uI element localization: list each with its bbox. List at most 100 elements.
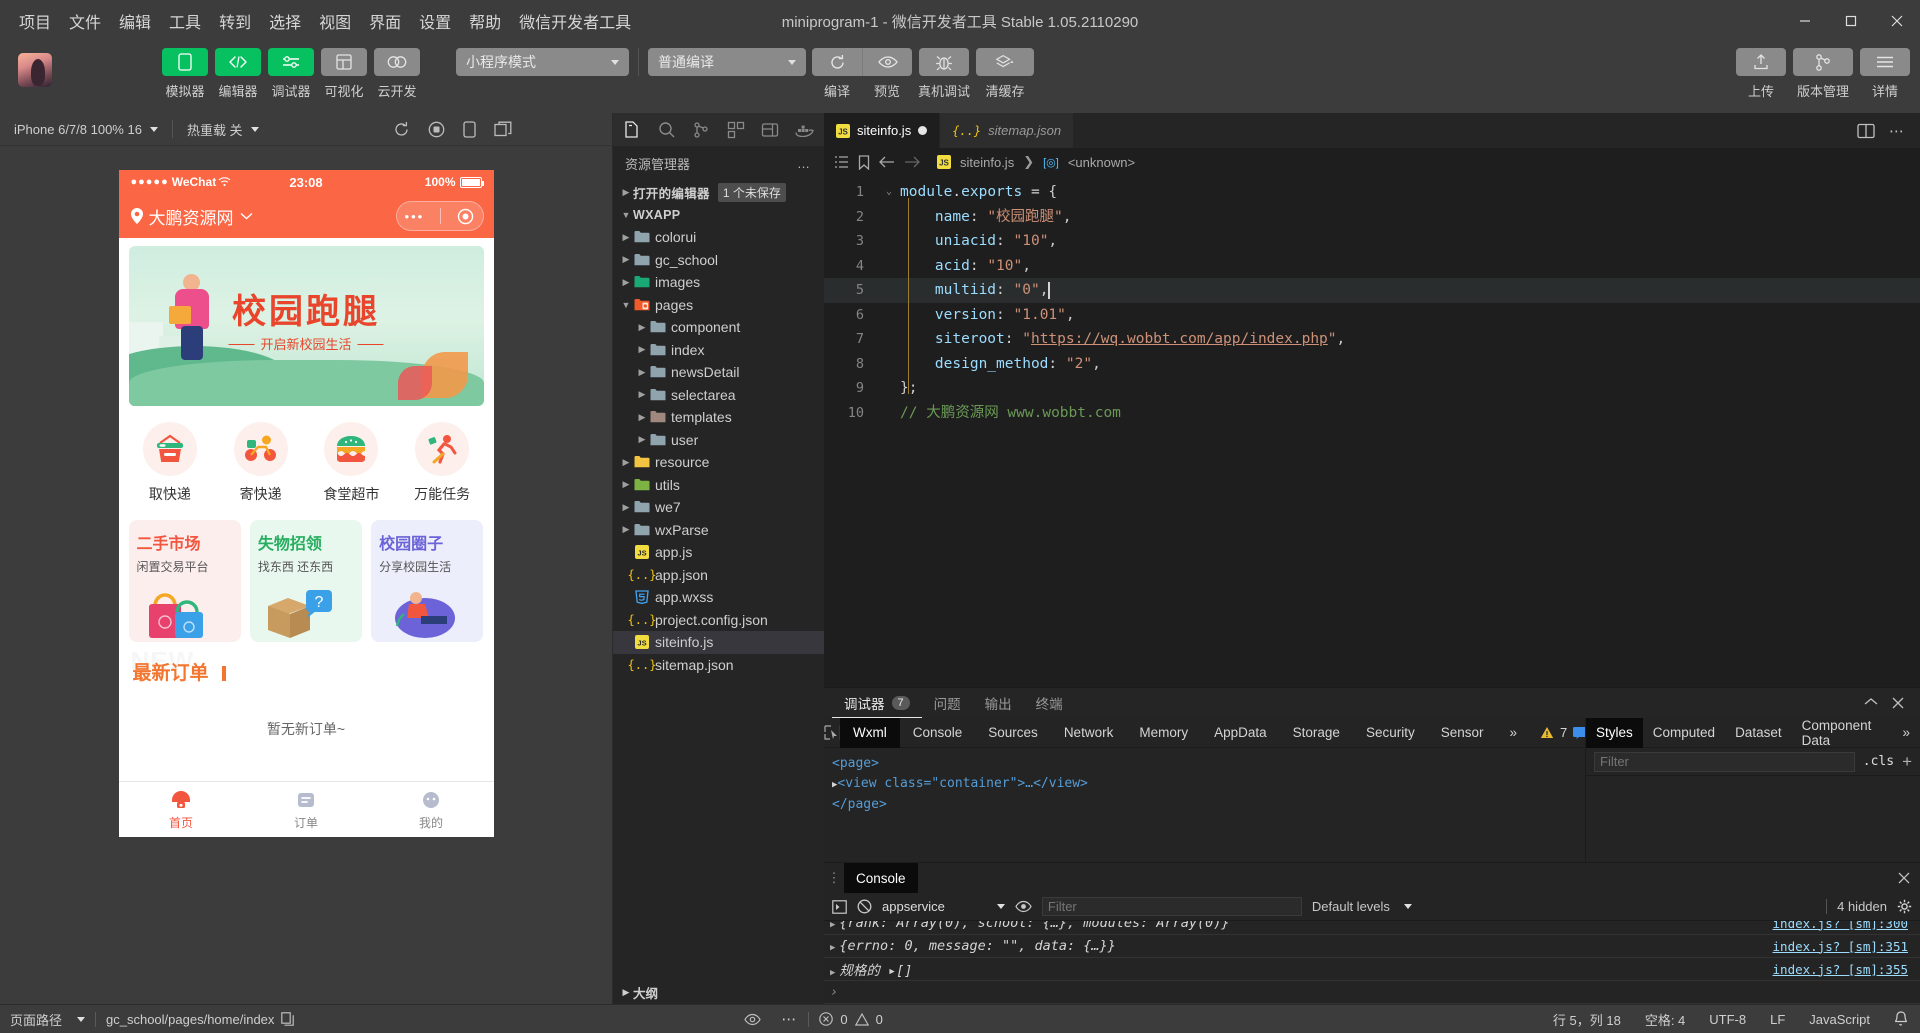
- code-line-5[interactable]: 5 multiid: "0",: [824, 278, 1920, 303]
- toolbar-visual-button[interactable]: 可视化: [321, 48, 367, 100]
- tree-item-colorui[interactable]: ▶colorui: [613, 226, 824, 249]
- tree-item-newsdetail[interactable]: ▶newsDetail: [613, 361, 824, 384]
- phone-preview[interactable]: ●●●●● WeChat 23:08 100%: [119, 170, 494, 837]
- menu-item-settings[interactable]: 设置: [410, 5, 460, 37]
- breadcrumb-file[interactable]: siteinfo.js: [960, 155, 1014, 170]
- tree-item-app-js[interactable]: JSapp.js: [613, 541, 824, 564]
- tree-item-user[interactable]: ▶user: [613, 429, 824, 452]
- devtools-tab-network[interactable]: Network: [1051, 718, 1127, 748]
- styles-tab-computed[interactable]: Computed: [1643, 718, 1725, 748]
- console-row[interactable]: ›: [824, 981, 1920, 1004]
- console-row[interactable]: ▶{errno: 0, message: "", data: {…}}index…: [824, 935, 1920, 958]
- back-icon[interactable]: [879, 156, 895, 168]
- console-row-source[interactable]: index.js? [sm]:351: [1773, 939, 1914, 954]
- cls-button[interactable]: .cls: [1863, 754, 1894, 769]
- devtools-tab-storage[interactable]: Storage: [1280, 718, 1353, 748]
- tree-item-app-json[interactable]: {..}app.json: [613, 564, 824, 587]
- tree-item-siteinfo-js[interactable]: JSsiteinfo.js: [613, 631, 824, 654]
- tree-item-resource[interactable]: ▶resource: [613, 451, 824, 474]
- location-selector[interactable]: 大鹏资源网: [131, 204, 253, 229]
- tree-item-component[interactable]: ▶component: [613, 316, 824, 339]
- menu-item-file[interactable]: 文件: [60, 5, 110, 37]
- files-icon[interactable]: [615, 113, 650, 146]
- panel-tab-output[interactable]: 输出: [973, 688, 1024, 718]
- rotate-icon[interactable]: [463, 121, 476, 138]
- status-problems[interactable]: 0 0: [809, 1005, 892, 1033]
- tree-project-root[interactable]: ▼ WXAPP: [613, 204, 824, 227]
- maximize-button[interactable]: [1828, 0, 1874, 42]
- search-icon[interactable]: [650, 113, 685, 146]
- styles-tab-component-data[interactable]: Component Data: [1792, 718, 1893, 748]
- console-row[interactable]: ▶{rank: Array(0), school: {…}, modules: …: [824, 921, 1920, 935]
- status-indent[interactable]: 空格: 4: [1633, 1005, 1697, 1033]
- code-editor[interactable]: 1⌄module.exports = {2 name: "校园跑腿",3 uni…: [824, 176, 1920, 687]
- console-row-source[interactable]: index.js? [sm]:355: [1773, 962, 1914, 977]
- more-actions-icon[interactable]: ⋯: [1889, 122, 1906, 140]
- hot-reload-select[interactable]: 热重载 关: [181, 117, 265, 142]
- devtools-tab-wxml[interactable]: Wxml: [840, 718, 900, 748]
- panel-tab-terminal[interactable]: 终端: [1024, 688, 1075, 718]
- panel-tab-problems[interactable]: 问题: [922, 688, 973, 718]
- real-device-debug-button[interactable]: 真机调试: [919, 48, 969, 100]
- status-bell-button[interactable]: [1882, 1005, 1920, 1033]
- status-page-path-select[interactable]: 页面路径: [0, 1005, 95, 1033]
- editor-tab-siteinfo[interactable]: JS siteinfo.js: [824, 113, 940, 148]
- code-line-8[interactable]: 8 design_method: "2",: [824, 352, 1920, 377]
- docker-icon[interactable]: [788, 113, 823, 146]
- console-context-select[interactable]: appservice: [882, 899, 1005, 914]
- close-icon[interactable]: [1892, 697, 1904, 709]
- close-button[interactable]: [1874, 0, 1920, 42]
- extensions-icon[interactable]: [719, 113, 754, 146]
- panel-tab-debugger[interactable]: 调试器 7: [832, 688, 922, 718]
- console-log[interactable]: ▶{rank: Array(0), school: {…}, modules: …: [824, 921, 1920, 1004]
- status-eol[interactable]: LF: [1758, 1005, 1797, 1033]
- mode-select[interactable]: 小程序模式: [456, 48, 629, 76]
- menu-item-edit[interactable]: 编辑: [110, 5, 160, 37]
- console-row[interactable]: ▶规格的 ▸[]index.js? [sm]:355: [824, 958, 1920, 981]
- toolbar-debugger-button[interactable]: 调试器: [268, 48, 314, 100]
- tree-item-we7[interactable]: ▶we7: [613, 496, 824, 519]
- console-run-icon[interactable]: [832, 900, 847, 914]
- console-eye-icon[interactable]: [1015, 900, 1032, 913]
- devtools-tab-overflow-icon[interactable]: »: [1497, 718, 1531, 748]
- toolbar-simulator-button[interactable]: 模拟器: [162, 48, 208, 100]
- devtools-tab-security[interactable]: Security: [1353, 718, 1428, 748]
- feature-card-lostfound[interactable]: 失物招领 找东西 还东西 ?: [250, 520, 362, 642]
- status-page-path[interactable]: gc_school/pages/home/index: [96, 1005, 304, 1033]
- split-editor-icon[interactable]: [1857, 123, 1875, 139]
- gear-icon[interactable]: [1897, 899, 1912, 914]
- devtools-tab-appdata[interactable]: AppData: [1201, 718, 1280, 748]
- chevron-up-icon[interactable]: [1864, 697, 1878, 709]
- tree-item-utils[interactable]: ▶utils: [613, 474, 824, 497]
- tree-item-wxparse[interactable]: ▶wxParse: [613, 519, 824, 542]
- copy-icon[interactable]: [281, 1012, 294, 1026]
- explorer-more-icon[interactable]: …: [797, 156, 812, 171]
- tabbar-item-home[interactable]: 首页: [119, 789, 244, 831]
- menu-item-tools[interactable]: 工具: [160, 5, 210, 37]
- code-line-6[interactable]: 6 version: "1.01",: [824, 303, 1920, 328]
- menu-item-interface[interactable]: 界面: [360, 5, 410, 37]
- styles-tab-overflow-icon[interactable]: »: [1892, 718, 1920, 748]
- feature-card-secondhand[interactable]: 二手市场 闲置交易平台: [129, 520, 241, 642]
- tree-item-gc-school[interactable]: ▶gc_school: [613, 249, 824, 272]
- clear-cache-button[interactable]: 清缓存: [976, 48, 1034, 100]
- status-language[interactable]: JavaScript: [1797, 1005, 1882, 1033]
- status-eye-button[interactable]: [734, 1005, 771, 1033]
- code-line-4[interactable]: 4 acid: "10",: [824, 254, 1920, 279]
- tree-item-app-wxss[interactable]: app.wxss: [613, 586, 824, 609]
- tabbar-item-order[interactable]: 订单: [244, 789, 369, 831]
- clear-console-icon[interactable]: [857, 899, 872, 914]
- compile-select[interactable]: 普通编译: [648, 48, 806, 76]
- code-line-2[interactable]: 2 name: "校园跑腿",: [824, 205, 1920, 230]
- devtools-tab-console[interactable]: Console: [900, 718, 976, 748]
- debug-icon[interactable]: [753, 113, 788, 146]
- window-icon[interactable]: [494, 121, 512, 138]
- warning-count[interactable]: 7: [1560, 725, 1567, 740]
- tree-item-images[interactable]: ▶images: [613, 271, 824, 294]
- styles-filter-input[interactable]: [1594, 752, 1855, 772]
- tree-open-editors[interactable]: ▶ 打开的编辑器 1 个未保存: [613, 181, 824, 204]
- devtools-tab-sensor[interactable]: Sensor: [1428, 718, 1497, 748]
- tree-item-sitemap-json[interactable]: {..}sitemap.json: [613, 654, 824, 677]
- console-tab[interactable]: Console: [844, 863, 918, 893]
- forward-icon[interactable]: [904, 156, 920, 168]
